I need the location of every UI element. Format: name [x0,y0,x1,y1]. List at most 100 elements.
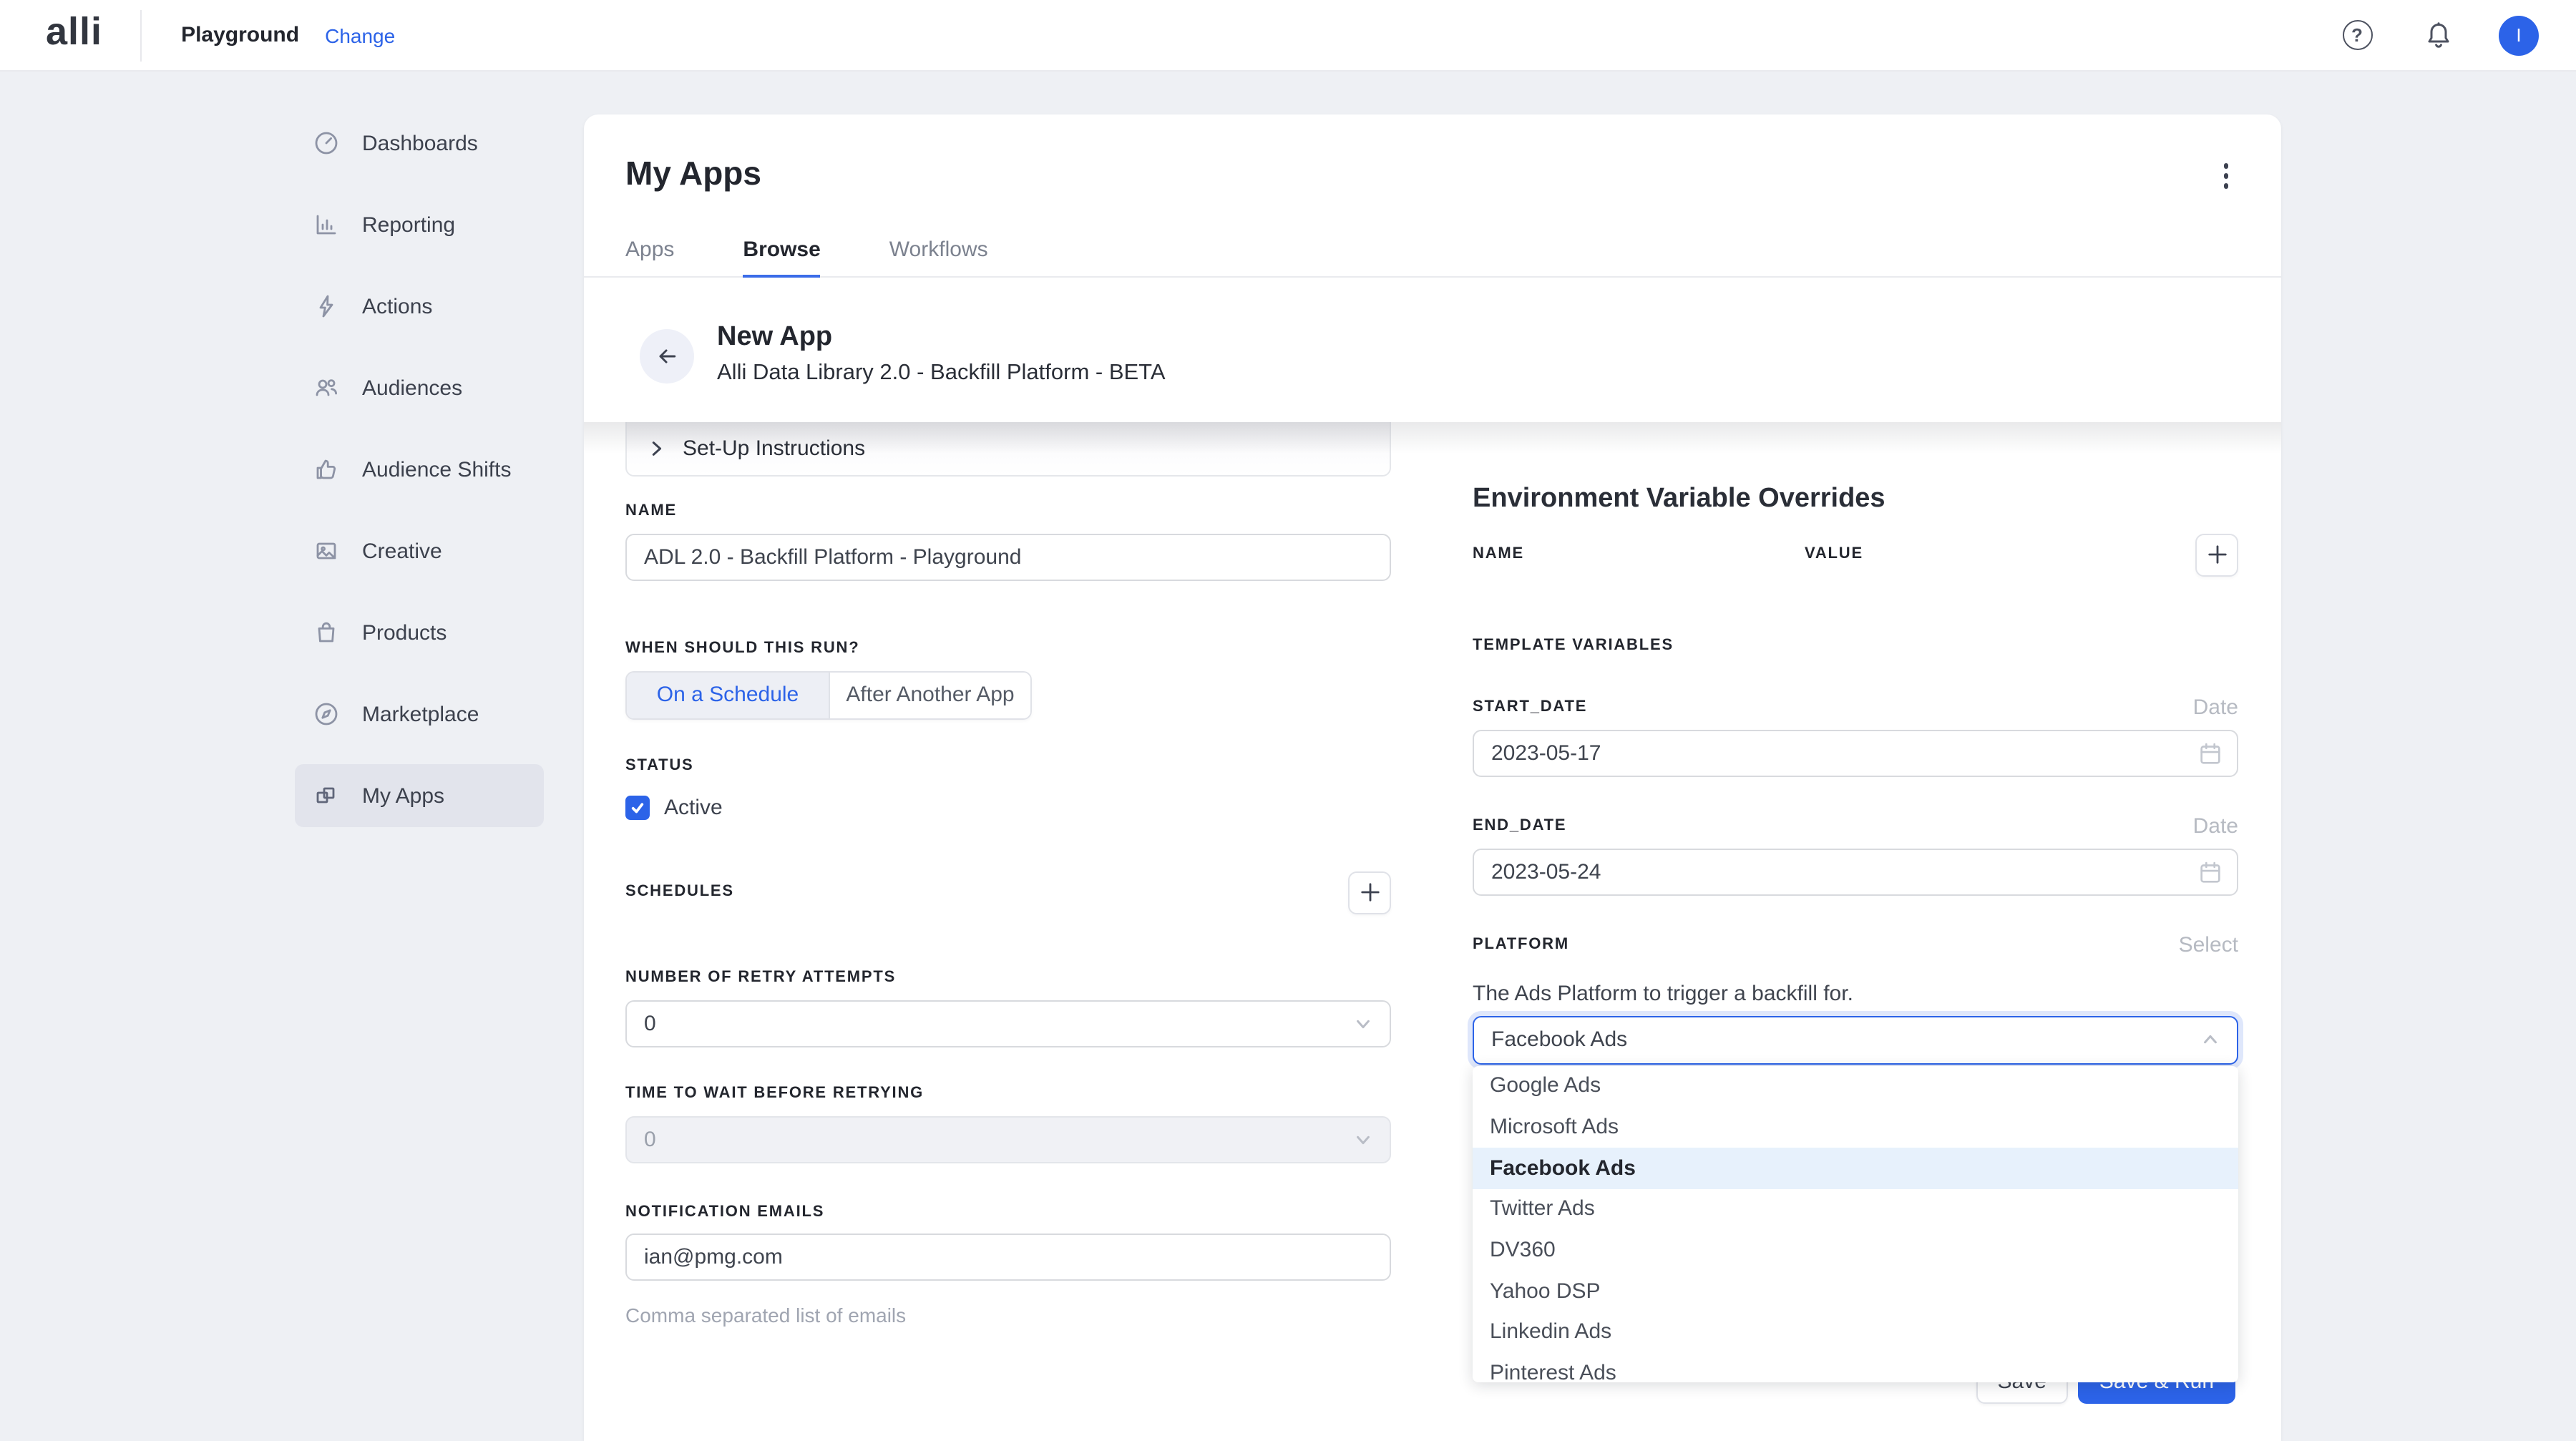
env-columns-row: NAME VALUE [1473,533,2238,576]
sidebar-item-label: Audience Shifts [362,457,511,482]
start-date-type: Date [2193,695,2238,719]
form-content: Set-Up Instructions NAME WHEN SHOULD THI… [584,421,2281,1441]
platform-select[interactable]: Facebook Ads [1473,1015,2238,1064]
people-icon [312,373,341,402]
bar-chart-icon [312,210,341,239]
bag-icon [312,618,341,647]
alli-logo: alli [46,13,102,57]
left-column: Set-Up Instructions NAME WHEN SHOULD THI… [625,421,1391,1441]
wait-select: 0 [625,1115,1391,1163]
option-google-ads[interactable]: Google Ads [1473,1065,2238,1106]
help-icon: ? [2342,20,2372,50]
plus-icon [1359,881,1380,903]
sidebar-item-audiences[interactable]: Audiences [295,356,544,419]
active-checkbox-row: Active [625,795,1391,819]
platform-type: Select [2179,932,2238,957]
retry-value: 0 [644,1011,656,1035]
start-date-input[interactable] [1473,729,2238,776]
notifications-button[interactable] [2421,18,2456,52]
wait-value: 0 [644,1127,656,1151]
new-app-title: New App [717,320,1166,353]
end-date-input[interactable] [1473,848,2238,895]
sidebar-item-actions[interactable]: Actions [295,275,544,338]
image-icon [312,537,341,565]
option-microsoft-ads[interactable]: Microsoft Ads [1473,1106,2238,1147]
sidebar-item-label: Dashboards [362,131,478,155]
env-overrides-title: Environment Variable Overrides [1473,482,2238,516]
check-icon [630,799,645,815]
template-variables-label: TEMPLATE VARIABLES [1473,636,2238,655]
setup-instructions-accordion[interactable]: Set-Up Instructions [625,421,1391,476]
retry-label: NUMBER OF RETRY ATTEMPTS [625,968,1391,987]
sidebar: Dashboards Reporting Actions Audiences A… [0,72,584,1441]
platform-label: PLATFORM [1473,935,1569,954]
end-date-field [1473,848,2238,895]
option-facebook-ads[interactable]: Facebook Ads [1473,1148,2238,1188]
sidebar-item-creative[interactable]: Creative [295,519,544,582]
kebab-menu-button[interactable] [2216,155,2235,197]
tab-apps[interactable]: Apps [625,237,674,275]
sidebar-item-reporting[interactable]: Reporting [295,193,544,256]
start-date-row: START_DATE Date [1473,695,2238,719]
schedules-label: SCHEDULES [625,883,734,902]
back-button[interactable] [640,328,694,383]
name-input[interactable] [625,533,1391,580]
sidebar-item-label: Reporting [362,213,455,237]
active-checkbox[interactable] [625,795,650,819]
option-twitter-ads[interactable]: Twitter Ads [1473,1188,2238,1229]
wait-label: TIME TO WAIT BEFORE RETRYING [625,1084,1391,1103]
tab-browse[interactable]: Browse [743,237,820,275]
top-bar: alli Playground Change ? I [0,0,2576,72]
topbar-divider [140,9,141,61]
apps-icon [312,781,341,810]
add-env-variable-button[interactable] [2195,533,2238,576]
app-window: alli Playground Change ? I Dashboards Re… [0,0,2576,1441]
option-pinterest-ads[interactable]: Pinterest Ads [1473,1353,2238,1382]
calendar-icon[interactable] [2197,739,2224,766]
sidebar-item-products[interactable]: Products [295,601,544,664]
platform-description: The Ads Platform to trigger a backfill f… [1473,980,2238,1008]
emails-input[interactable] [625,1233,1391,1280]
name-label: NAME [625,502,1391,520]
plus-icon [2206,544,2228,565]
run-label: WHEN SHOULD THIS RUN? [625,639,1391,658]
avatar[interactable]: I [2499,15,2539,55]
sidebar-item-label: Actions [362,294,432,318]
change-workspace-link[interactable]: Change [325,24,395,47]
sidebar-item-label: Creative [362,539,442,563]
chevron-up-icon [2201,1030,2220,1049]
option-dv360[interactable]: DV360 [1473,1230,2238,1271]
start-date-field [1473,729,2238,776]
chevron-down-icon [1354,1130,1372,1148]
chevron-down-icon [1354,1014,1372,1032]
option-yahoo-dsp[interactable]: Yahoo DSP [1473,1271,2238,1311]
add-schedule-button[interactable] [1348,871,1391,914]
retry-select[interactable]: 0 [625,1000,1391,1047]
emails-hint: Comma separated list of emails [625,1303,1391,1326]
lightning-icon [312,292,341,321]
my-apps-card: My Apps Apps Browse Workflows New App Al… [584,114,2281,1441]
sidebar-item-audience-shifts[interactable]: Audience Shifts [295,438,544,501]
option-linkedin-ads[interactable]: Linkedin Ads [1473,1311,2238,1352]
sidebar-item-dashboards[interactable]: Dashboards [295,112,544,175]
end-date-label: END_DATE [1473,816,1566,835]
status-label: STATUS [625,756,1391,775]
schedules-row: SCHEDULES [625,871,1391,914]
sidebar-item-label: Products [362,620,447,645]
env-value-column: VALUE [1805,545,1863,564]
sidebar-item-marketplace[interactable]: Marketplace [295,683,544,746]
toggle-after-another-app[interactable]: After Another App [829,672,1030,718]
page-title: My Apps [625,155,761,192]
tabs: Apps Browse Workflows [584,237,2281,277]
calendar-icon[interactable] [2197,858,2224,885]
new-app-subtitle: Alli Data Library 2.0 - Backfill Platfor… [717,360,1166,386]
setup-instructions-label: Set-Up Instructions [683,436,865,460]
new-app-header: New App Alli Data Library 2.0 - Backfill… [584,277,2281,421]
sidebar-item-my-apps[interactable]: My Apps [295,764,544,827]
toggle-on-a-schedule[interactable]: On a Schedule [627,672,829,718]
help-button[interactable]: ? [2340,18,2374,52]
run-toggle-group: On a Schedule After Another App [625,670,1032,719]
tab-workflows[interactable]: Workflows [889,237,988,275]
arrow-left-icon [654,343,680,368]
bell-icon [2423,19,2454,51]
